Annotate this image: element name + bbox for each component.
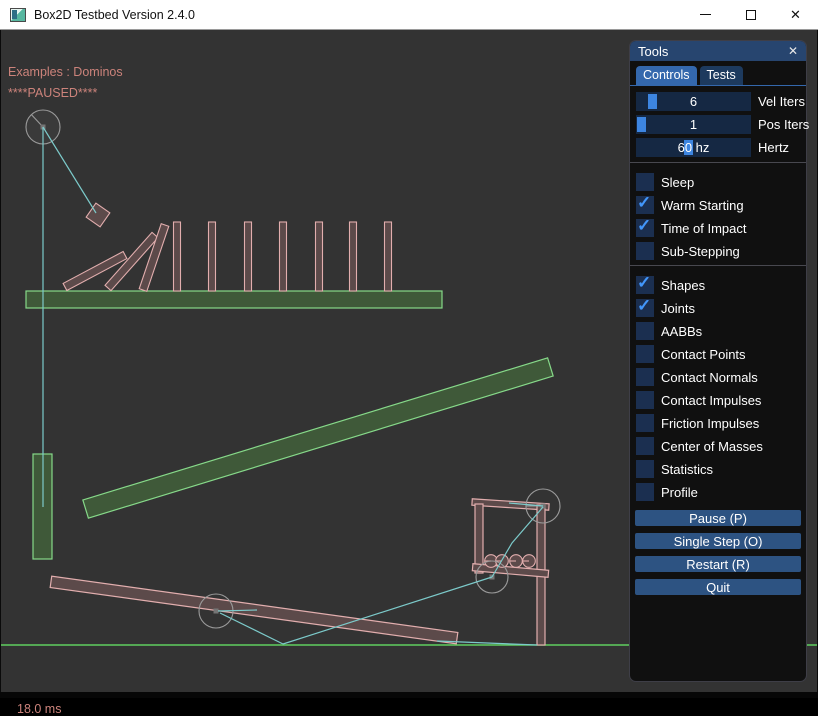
checkbox-label: Shapes (661, 278, 705, 293)
check-icon: ✓ (637, 193, 651, 213)
maximize-button[interactable] (728, 0, 773, 29)
app-window: Box2D Testbed Version 2.4.0 ✕ (0, 0, 818, 698)
standing-dominoes (174, 222, 392, 291)
slider-label: Vel Iters (758, 94, 805, 109)
panel-buttons: Pause (P) Single Step (O) Restart (R) Qu… (630, 506, 806, 595)
example-label: Examples : Dominos (8, 65, 123, 79)
pendulum-box (86, 203, 110, 227)
checkbox-joints[interactable]: ✓ (636, 299, 654, 317)
checkbox-sleep[interactable] (636, 173, 654, 191)
slider-track-hertz[interactable]: 60 hz (636, 138, 751, 157)
slider-hertz: 60 hz Hertz (636, 138, 800, 157)
checkbox-row-contact-normals: Contact Normals (636, 368, 800, 386)
checkbox-label: Friction Impulses (661, 416, 759, 431)
checkbox-profile[interactable] (636, 483, 654, 501)
button-single-step-o[interactable]: Single Step (O) (635, 533, 801, 549)
checkbox-statistics[interactable] (636, 460, 654, 478)
checkbox-row-contact-points: Contact Points (636, 345, 800, 363)
button-quit[interactable]: Quit (635, 579, 801, 595)
checkbox-label: Statistics (661, 462, 713, 477)
checkbox-row-friction-impulses: Friction Impulses (636, 414, 800, 432)
check-icon: ✓ (637, 216, 651, 236)
checkbox-label: Contact Points (661, 347, 746, 362)
checkbox-row-joints: ✓ Joints (636, 299, 800, 317)
close-button[interactable]: ✕ (773, 0, 818, 29)
checkbox-row-contact-impulses: Contact Impulses (636, 391, 800, 409)
checkbox-row-warm-starting: ✓ Warm Starting (636, 196, 800, 214)
checkbox-label: Joints (661, 301, 695, 316)
minimize-icon (700, 14, 711, 15)
checkbox-row-sub-stepping: Sub-Stepping (636, 242, 800, 260)
checkbox-row-aabbs: AABBs (636, 322, 800, 340)
checkbox-label: Warm Starting (661, 198, 744, 213)
slider-pos-iters: 1 Pos Iters (636, 115, 800, 134)
slider-value: 1 (636, 115, 751, 134)
tab-controls[interactable]: Controls (636, 66, 697, 85)
slider-label: Pos Iters (758, 117, 809, 132)
checkbox-label: Sleep (661, 175, 694, 190)
checkbox-label: Contact Impulses (661, 393, 761, 408)
minimize-button[interactable] (683, 0, 728, 29)
checkbox-row-statistics: Statistics (636, 460, 800, 478)
checkbox-row-time-of-impact: ✓ Time of Impact (636, 219, 800, 237)
checkbox-label: Contact Normals (661, 370, 758, 385)
app-icon (10, 8, 26, 22)
paused-label: ****PAUSED**** (8, 86, 97, 100)
separator (630, 265, 806, 266)
slider-track-pos-iters[interactable]: 1 (636, 115, 751, 134)
tab-bar: Controls Tests (630, 61, 806, 86)
slider-section: 6 Vel Iters 1 Pos Iters 60 hz Hertz (630, 86, 806, 157)
slider-track-vel-iters[interactable]: 6 (636, 92, 751, 111)
tab-tests[interactable]: Tests (700, 66, 743, 85)
slider-value: 60 hz (636, 138, 751, 157)
maximize-icon (746, 10, 756, 20)
slider-label: Hertz (758, 140, 789, 155)
tools-panel-titlebar[interactable]: Tools ✕ (630, 41, 806, 61)
draw-options-section: ✓ Shapes ✓ Joints AABBs Contact Points C… (630, 270, 806, 501)
title-bar[interactable]: Box2D Testbed Version 2.4.0 ✕ (0, 0, 818, 30)
slider-vel-iters: 6 Vel Iters (636, 92, 800, 111)
checkbox-contact-normals[interactable] (636, 368, 654, 386)
slider-value: 6 (636, 92, 751, 111)
checkbox-label: AABBs (661, 324, 702, 339)
cradle-frame (472, 499, 549, 645)
tools-panel-title: Tools (638, 44, 668, 59)
checkbox-warm-starting[interactable]: ✓ (636, 196, 654, 214)
checkbox-sub-stepping[interactable] (636, 242, 654, 260)
window-title: Box2D Testbed Version 2.4.0 (34, 8, 195, 22)
window-bottom-border (0, 692, 818, 698)
checkbox-aabbs[interactable] (636, 322, 654, 340)
check-icon: ✓ (637, 273, 651, 293)
checkbox-row-center-of-masses: Center of Masses (636, 437, 800, 455)
check-icon: ✓ (637, 296, 651, 316)
checkbox-friction-impulses[interactable] (636, 414, 654, 432)
checkbox-time-of-impact[interactable]: ✓ (636, 219, 654, 237)
checkbox-label: Center of Masses (661, 439, 763, 454)
checkbox-contact-points[interactable] (636, 345, 654, 363)
checkbox-label: Profile (661, 485, 698, 500)
checkbox-label: Sub-Stepping (661, 244, 740, 259)
frame-time-label: 18.0 ms (17, 702, 61, 716)
button-pause-p[interactable]: Pause (P) (635, 510, 801, 526)
green-ramp-plank (83, 358, 553, 518)
close-icon: ✕ (790, 8, 801, 21)
button-restart-r[interactable]: Restart (R) (635, 556, 801, 572)
checkbox-row-sleep: Sleep (636, 173, 800, 191)
checkbox-contact-impulses[interactable] (636, 391, 654, 409)
checkbox-label: Time of Impact (661, 221, 746, 236)
fallen-dominoes (63, 224, 169, 292)
sim-options-section: Sleep ✓ Warm Starting ✓ Time of Impact S… (630, 167, 806, 260)
checkbox-row-shapes: ✓ Shapes (636, 276, 800, 294)
tools-panel: Tools ✕ Controls Tests 6 Vel Iters 1 Pos… (629, 40, 807, 682)
tools-close-icon[interactable]: ✕ (788, 45, 798, 57)
joint-anchors (41, 125, 546, 614)
checkbox-shapes[interactable]: ✓ (636, 276, 654, 294)
separator (630, 162, 806, 163)
checkbox-center-of-masses[interactable] (636, 437, 654, 455)
domino-platform (26, 291, 442, 308)
checkbox-row-profile: Profile (636, 483, 800, 501)
